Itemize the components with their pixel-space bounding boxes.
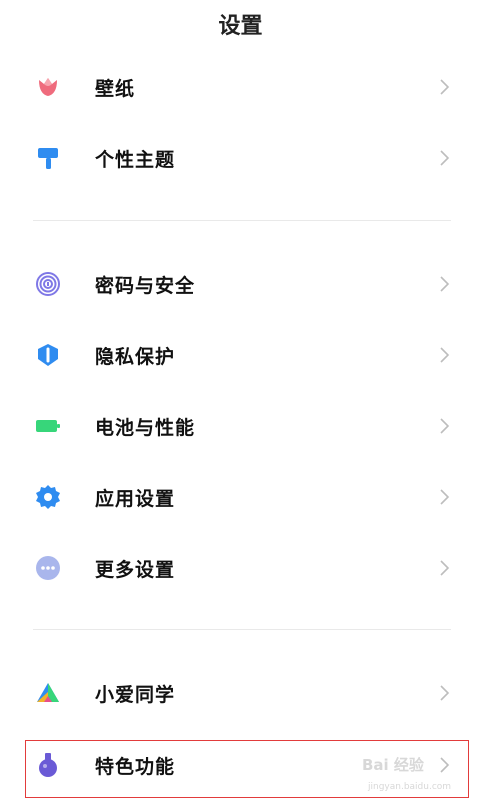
flask-icon [35,752,61,778]
chevron-right-icon [437,683,453,703]
more-dots-icon [35,555,61,581]
item-label: 特色功能 [95,755,176,778]
item-label: 电池与性能 [95,416,196,439]
item-label: 个性主题 [95,148,176,171]
settings-item-app-settings[interactable]: 应用设置 [0,472,481,522]
chevron-right-icon [437,558,453,578]
item-label: 应用设置 [95,487,176,510]
settings-item-xiaoai[interactable]: 小爱同学 [0,668,481,718]
item-label: 隐私保护 [95,345,176,368]
chevron-right-icon [437,416,453,436]
chevron-right-icon [437,148,453,168]
item-label: 壁纸 [95,77,136,100]
settings-item-battery-performance[interactable]: 电池与性能 [0,401,481,451]
settings-item-more-settings[interactable]: 更多设置 [0,543,481,593]
section-divider [33,629,451,630]
page-title: 设置 [218,14,263,39]
fingerprint-icon [35,271,61,297]
chevron-right-icon [437,345,453,365]
section-divider [33,220,451,221]
privacy-shield-icon [35,342,61,368]
settings-item-themes[interactable]: 个性主题 [0,133,481,183]
item-label: 小爱同学 [95,683,176,706]
item-label: 更多设置 [95,558,176,581]
chevron-right-icon [437,77,453,97]
chevron-right-icon [437,487,453,507]
settings-item-privacy[interactable]: 隐私保护 [0,330,481,380]
settings-item-wallpaper[interactable]: 壁纸 [0,62,481,112]
chevron-right-icon [437,755,453,775]
settings-item-password-security[interactable]: 密码与安全 [0,259,481,309]
watermark-logo: Bai 经验 [362,756,424,774]
watermark-url: jingyan.baidu.com [368,782,452,792]
gear-icon [35,484,61,510]
battery-icon [35,413,61,439]
xiaoai-icon [35,680,61,706]
item-label: 密码与安全 [95,274,196,297]
chevron-right-icon [437,274,453,294]
tulip-icon [35,74,61,100]
paint-roller-icon [35,145,61,171]
